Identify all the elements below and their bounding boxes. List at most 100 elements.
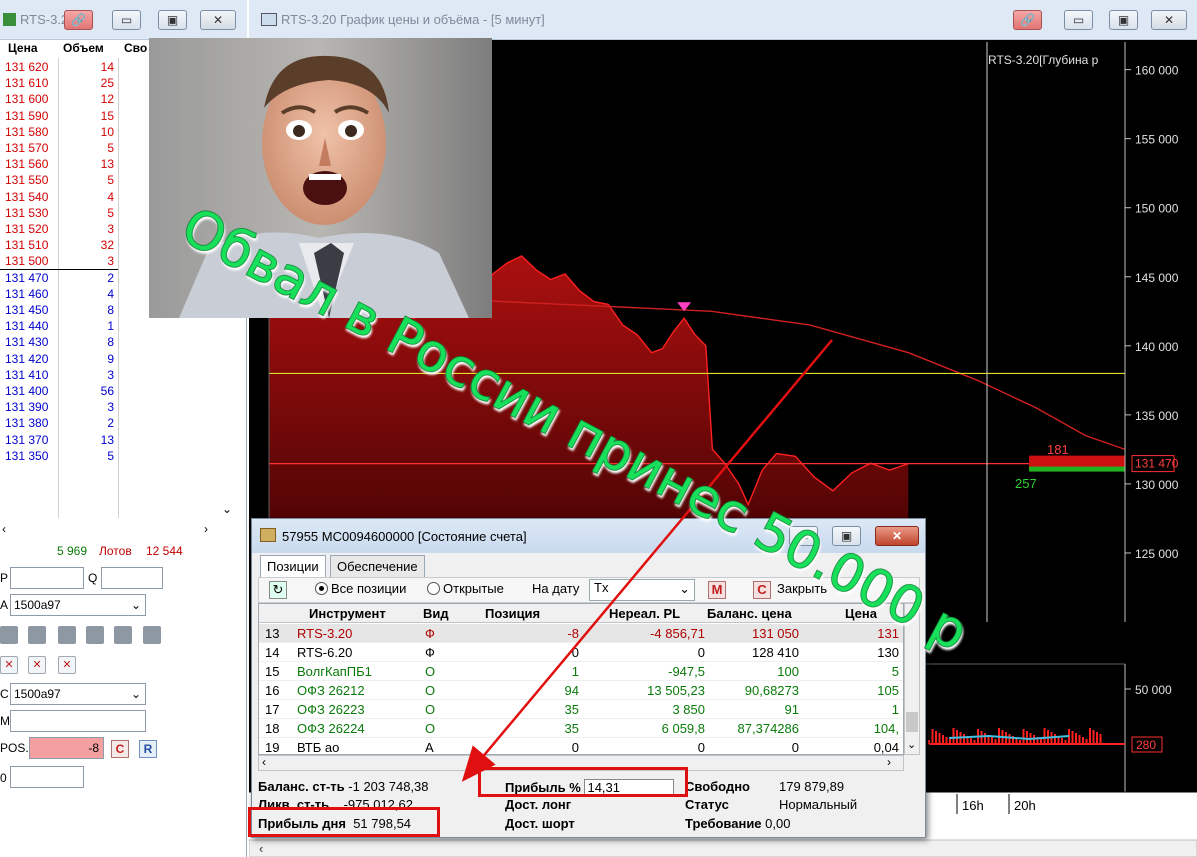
row-price: 131 400 [5, 384, 49, 398]
reverse-position-button[interactable]: R [139, 740, 157, 758]
account-icon [260, 528, 276, 542]
scroll-left-icon[interactable]: ‹ [262, 755, 266, 769]
close-button[interactable]: ✕ [875, 526, 919, 546]
col-price[interactable]: Цена [845, 606, 877, 621]
vertical-scrollbar[interactable]: ⌄ [904, 603, 920, 755]
minimize-icon: ▭ [797, 529, 810, 543]
bid-row[interactable]: 131 430 8 [0, 334, 240, 350]
long-available-row: Дост. лонг [505, 797, 571, 812]
scroll-right-icon[interactable]: › [887, 755, 891, 769]
balance-price: 100 [777, 664, 799, 679]
header-price: Цена [8, 41, 38, 55]
scroll-thumb[interactable] [906, 712, 918, 732]
order-book-titlebar[interactable]: RTS-3.20 🔗 ▭ ▣ ✕ [0, 0, 247, 40]
link-icon: 🔗 [71, 13, 86, 27]
cancel-sell-icon[interactable]: ✕ [58, 656, 76, 674]
price-tick-label: 130 000 [1135, 478, 1179, 492]
bid-row[interactable]: 131 420 9 [0, 351, 240, 367]
table-row[interactable]: 18 ОФЗ 26224 О 35 6 059,8 87,374286 104, [259, 719, 903, 738]
price-input[interactable] [10, 567, 84, 589]
row-price: 131 450 [5, 303, 49, 317]
quantity-input[interactable] [101, 567, 163, 589]
minimize-button[interactable]: ▭ [789, 526, 818, 546]
unrealized-pl: 0 [697, 740, 705, 755]
table-row[interactable]: 17 ОФЗ 26223 О 35 3 850 91 1 [259, 700, 903, 719]
table-row[interactable]: 19 ВТБ ао А 0 0 0 0,04 [259, 738, 903, 755]
bid-row[interactable]: 131 400 56 [0, 383, 240, 399]
volume-current-label: 280 [1136, 738, 1156, 752]
bid-row[interactable]: 131 350 5 [0, 448, 240, 464]
client-select[interactable]: 1500a97 ⌄ [10, 683, 146, 705]
link-button[interactable]: 🔗 [64, 10, 93, 30]
extra-input[interactable] [10, 766, 84, 788]
tab-collateral[interactable]: Обеспечение [330, 555, 425, 577]
table-row[interactable]: 13 RTS-3.20 Ф -8 -4 856,71 131 050 131 [259, 624, 903, 643]
bid-row[interactable]: 131 440 1 [0, 318, 240, 334]
tool-button[interactable] [0, 626, 18, 644]
table-row[interactable]: 16 ОФЗ 26212 О 94 13 505,23 90,68273 105 [259, 681, 903, 700]
col-unrealized-pl[interactable]: Нереал. PL [609, 606, 680, 621]
close-button[interactable]: ✕ [200, 10, 236, 30]
row-price: 131 390 [5, 400, 49, 415]
tool-button[interactable] [114, 626, 132, 644]
scroll-down-icon[interactable]: ⌄ [907, 738, 916, 751]
minimize-button[interactable]: ▭ [112, 10, 141, 30]
cancel-buy-icon[interactable]: ✕ [28, 656, 46, 674]
radio-all-positions[interactable]: Все позиции [315, 581, 406, 596]
m-input[interactable] [10, 710, 146, 732]
m-button[interactable]: M [708, 581, 726, 599]
close-position-button[interactable]: C [111, 740, 129, 758]
unrealized-pl: 0 [697, 645, 705, 660]
col-instrument[interactable]: Инструмент [309, 606, 386, 621]
maximize-button[interactable]: ▣ [832, 526, 861, 546]
close-c-icon[interactable]: C [753, 581, 771, 599]
scroll-right-icon[interactable]: › [204, 522, 208, 536]
row-price: 131 550 [5, 173, 49, 188]
date-select[interactable]: Tx ⌄ [589, 579, 695, 601]
col-kind[interactable]: Вид [423, 606, 449, 621]
bid-row[interactable]: 131 370 13 [0, 432, 240, 448]
balance-label: Баланс. ст-ть [258, 779, 345, 794]
lots-value-2: 12 544 [146, 544, 183, 558]
close-position-button[interactable]: Закрыть [777, 581, 827, 596]
radio-icon [427, 582, 440, 595]
unrealized-pl: -947,5 [668, 664, 705, 679]
row-volume: 2 [107, 416, 114, 431]
row-price: 131 460 [5, 286, 49, 301]
table-row[interactable]: 15 ВолгКапПБ1 О 1 -947,5 100 5 [259, 662, 903, 681]
price-tick-label: 140 000 [1135, 340, 1179, 354]
table-row[interactable]: 14 RTS-6.20 Ф 0 0 128 410 130 [259, 643, 903, 662]
col-position[interactable]: Позиция [485, 606, 540, 621]
position-label: POS. [0, 741, 29, 755]
account-titlebar[interactable]: 57955 MC0094600000 [Состояние счета] ▭ ▣… [252, 519, 925, 553]
balance-price: 128 410 [752, 645, 799, 660]
date-select-value: Tx [594, 580, 609, 595]
tool-button[interactable] [58, 626, 76, 644]
row-price: 131 410 [5, 367, 49, 382]
row-price: 131 590 [5, 108, 49, 123]
bid-row[interactable]: 131 390 3 [0, 399, 240, 415]
bid-row[interactable]: 131 380 2 [0, 415, 240, 431]
row-price: 131 520 [5, 222, 49, 236]
account-select[interactable]: 1500a97 ⌄ [10, 594, 146, 616]
tool-button[interactable] [28, 626, 46, 644]
free-label: Свободно [685, 779, 750, 794]
scroll-down-icon[interactable]: ⌄ [222, 502, 232, 516]
chevron-down-icon: ⌄ [130, 598, 141, 612]
row-volume: 5 [107, 141, 114, 155]
tool-button[interactable] [86, 626, 104, 644]
bid-row[interactable]: 131 410 3 [0, 367, 240, 383]
refresh-icon[interactable]: ↻ [269, 581, 287, 599]
balance-value-row: Баланс. ст-ть -1 203 748,38 [258, 779, 429, 794]
row-volume: 5 [107, 205, 114, 220]
price-tick-label: 150 000 [1135, 202, 1179, 216]
cancel-orders-icon[interactable]: ✕ [0, 656, 18, 674]
row-number: 18 [265, 721, 280, 736]
scroll-left-icon[interactable]: ‹ [2, 522, 6, 536]
col-balance-price[interactable]: Баланс. цена [707, 606, 792, 621]
tool-button[interactable] [143, 626, 161, 644]
tab-positions[interactable]: Позиции [260, 555, 326, 578]
radio-open-positions[interactable]: Открытые [427, 581, 504, 596]
maximize-button[interactable]: ▣ [158, 10, 187, 30]
row-price: 131 350 [5, 448, 49, 463]
